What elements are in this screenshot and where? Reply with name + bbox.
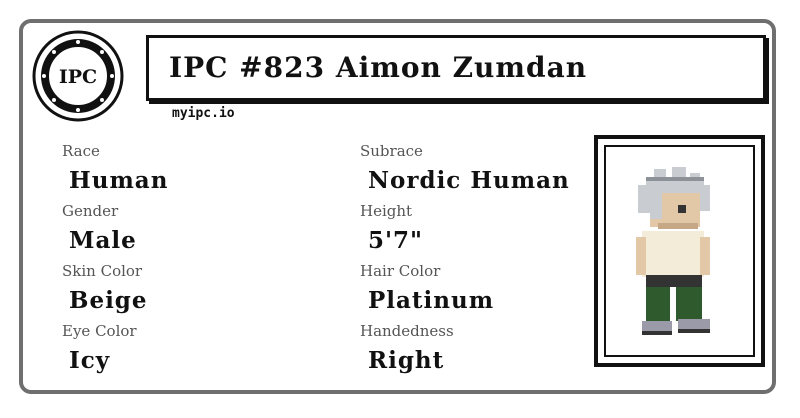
height-value: 5'7" <box>368 227 424 254</box>
subrace-label: Subrace <box>360 142 423 160</box>
hair-color-label: Hair Color <box>360 262 441 280</box>
eye-color-label: Eye Color <box>62 322 137 340</box>
character-sprite <box>636 167 710 335</box>
subrace-value: Nordic Human <box>368 167 570 194</box>
gender-label: Gender <box>62 202 119 220</box>
character-portrait-frame <box>594 135 765 367</box>
gender-value: Male <box>69 227 137 254</box>
site-link[interactable]: myipc.io <box>172 106 235 121</box>
skin-color-value: Beige <box>69 287 148 314</box>
svg-text:IPC: IPC <box>59 66 97 88</box>
skin-color-label: Skin Color <box>62 262 143 280</box>
title-box: IPC #823 Aimon Zumdan <box>146 35 766 101</box>
race-label: Race <box>62 142 100 160</box>
handedness-value: Right <box>368 347 445 374</box>
hair-color-value: Platinum <box>368 287 495 314</box>
race-value: Human <box>69 167 169 194</box>
page-title: IPC #823 Aimon Zumdan <box>169 51 588 84</box>
ipc-seal-logo: IPC <box>32 30 124 122</box>
height-label: Height <box>360 202 413 220</box>
eye-color-value: Icy <box>69 347 111 374</box>
handedness-label: Handedness <box>360 322 454 340</box>
